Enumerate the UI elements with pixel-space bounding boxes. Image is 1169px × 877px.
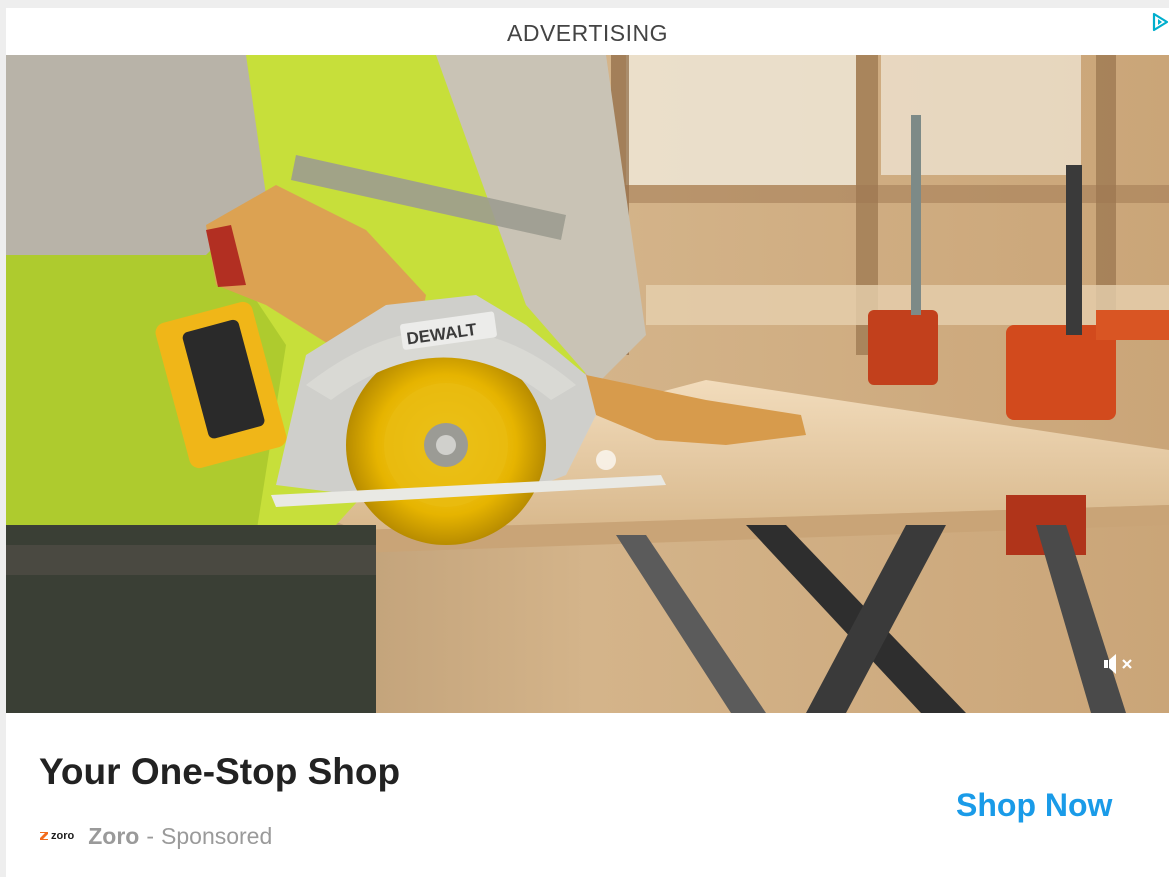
ad-header: ADVERTISING: [6, 8, 1169, 55]
shop-now-button[interactable]: Shop Now: [956, 787, 1112, 824]
ad-info: Your One-Stop Shop zoro Zoro - Sponsored…: [6, 713, 1169, 877]
sponsored-label: Sponsored: [161, 822, 273, 849]
video-frame-image: DEWALT: [6, 55, 1169, 713]
advertising-label: ADVERTISING: [507, 20, 668, 46]
ad-meta: zoro Zoro - Sponsored: [39, 821, 272, 851]
speaker-muted-icon[interactable]: [1100, 649, 1140, 679]
meta-separator: -: [146, 822, 155, 849]
zoro-logo-mark-icon: [40, 832, 48, 840]
ad-video[interactable]: DEWALT: [6, 55, 1169, 713]
zoro-logo-icon: zoro: [39, 830, 74, 842]
advertiser-name[interactable]: Zoro: [88, 823, 139, 850]
ad-container: ADVERTISING DEWALT Your One-Stop Shop zo…: [0, 0, 1169, 877]
ad-headline[interactable]: Your One-Stop Shop: [39, 751, 400, 793]
adchoices-icon[interactable]: [1151, 12, 1169, 32]
zoro-logo-text: zoro: [51, 830, 75, 842]
